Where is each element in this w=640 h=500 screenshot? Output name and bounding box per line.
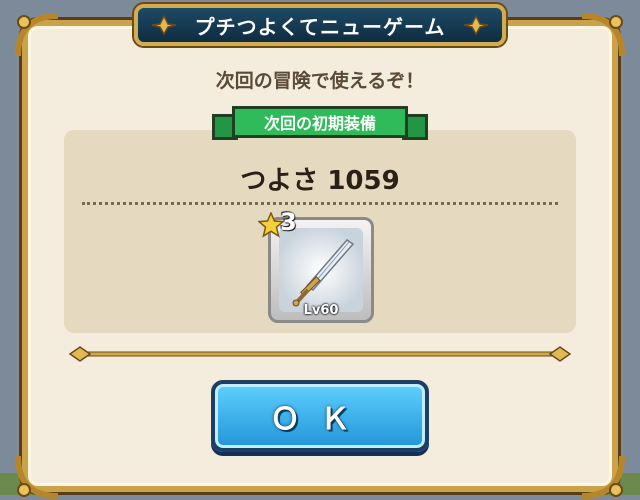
ok-button[interactable]: ＯＫ — [211, 380, 429, 452]
star-rank-number: 3 — [280, 208, 297, 236]
corner-ornament-icon — [578, 452, 626, 500]
strength-value: つよさ 1059 — [240, 166, 400, 196]
corner-ornament-icon — [14, 452, 62, 500]
fleur-ornament-icon — [463, 14, 489, 36]
ok-button-label: ＯＫ — [270, 402, 370, 437]
ribbon: 次回の初期装備 — [232, 106, 408, 138]
corner-ornament-icon — [14, 12, 62, 60]
dotted-divider — [82, 202, 558, 205]
item-level: Lv60 — [303, 303, 339, 318]
gold-divider — [68, 346, 572, 362]
fleur-ornament-icon — [151, 14, 177, 36]
star-rank-badge: 3 — [258, 208, 308, 242]
equipment-banner: 次回の初期装備 — [212, 104, 428, 144]
corner-ornament-icon — [578, 12, 626, 60]
title-plate: プチつよくてニューゲーム — [134, 4, 506, 46]
dialog-subtitle: 次回の冒険で使えるぞ！ — [215, 70, 425, 92]
banner-label: 次回の初期装備 — [263, 114, 376, 133]
dialog-title: プチつよくてニューゲーム — [194, 14, 446, 39]
